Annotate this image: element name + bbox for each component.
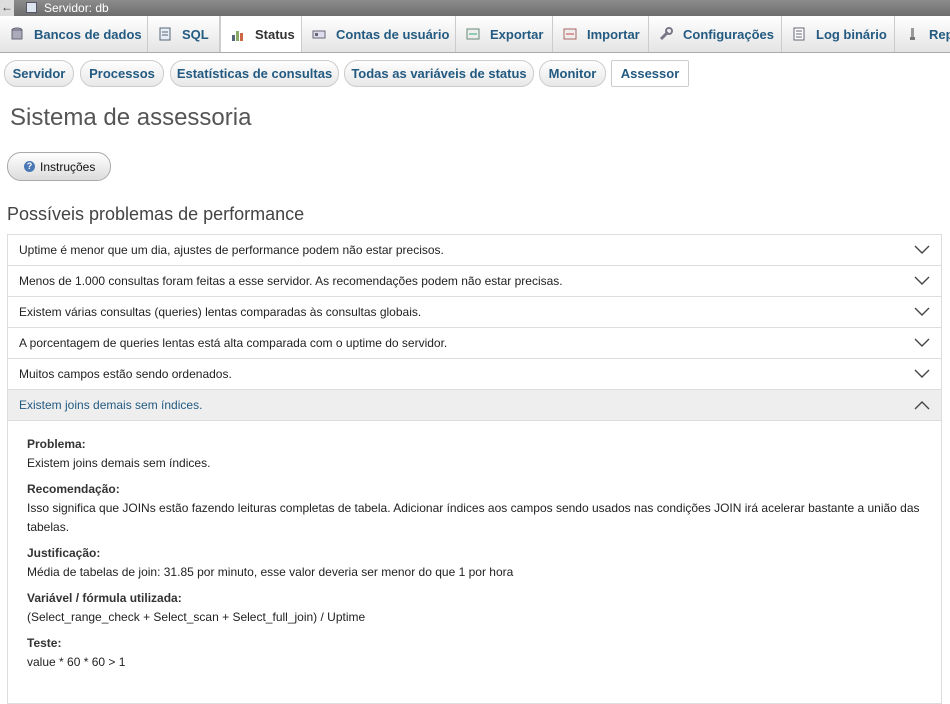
tab-label: Importar (587, 26, 640, 42)
subtab-monitor[interactable]: Monitor (539, 60, 606, 87)
chevron-down-icon (914, 245, 930, 254)
rule-item[interactable]: Menos de 1.000 consultas foram feitas a … (8, 266, 941, 297)
tab-label: Contas de usuário (336, 26, 450, 42)
subtab-label: Processos (89, 66, 155, 81)
binary-log-icon (792, 27, 806, 41)
tab-label: Bancos de dados (34, 26, 142, 42)
tab-configuracoes[interactable]: Configurações (649, 16, 782, 52)
subtab-assessor[interactable]: Assessor (611, 60, 689, 87)
sql-icon (158, 27, 172, 41)
recommendation-text: Isso significa que JOINs estão fazendo l… (27, 501, 920, 534)
tab-exportar[interactable]: Exportar (456, 16, 553, 52)
server-breadcrumb-bar: ← Servidor: db (0, 0, 950, 16)
help-icon: ? (24, 161, 35, 172)
rule-text: Existem várias consultas (queries) lenta… (19, 305, 422, 319)
instructions-label: Instruções (40, 159, 96, 174)
tab-label: SQL (182, 26, 209, 42)
tab-label: Log binário (816, 26, 887, 42)
rule-text: A porcentagem de queries lentas está alt… (19, 336, 448, 350)
rule-item[interactable]: A porcentagem de queries lentas está alt… (8, 328, 941, 359)
tab-contas-de-usuario[interactable]: Contas de usuário (302, 16, 456, 52)
import-icon (563, 27, 577, 41)
subtab-label: Todas as variáveis de status (351, 66, 527, 81)
chevron-up-icon (914, 401, 930, 410)
tab-bancos-de-dados[interactable]: Bancos de dados (0, 16, 148, 52)
subtab-servidor[interactable]: Servidor (4, 60, 74, 87)
formula-text: (Select_range_check + Select_scan + Sele… (27, 610, 366, 624)
formula-label: Variável / fórmula utilizada: (27, 591, 182, 605)
rule-item[interactable]: Muitos campos estão sendo ordenados. (8, 359, 941, 390)
advisor-rules-accordion: Uptime é menor que um dia, ajustes de pe… (7, 234, 942, 704)
rule-text: Muitos campos estão sendo ordenados. (19, 367, 232, 381)
subtab-label: Estatísticas de consultas (176, 66, 333, 81)
test-text: value * 60 * 60 > 1 (27, 655, 126, 669)
problem-text: Existem joins demais sem índices. (27, 456, 211, 470)
rule-item[interactable]: Uptime é menor que um dia, ajustes de pe… (8, 235, 941, 266)
rule-text: Uptime é menor que um dia, ajustes de pe… (19, 243, 444, 257)
rule-item[interactable]: Existem várias consultas (queries) lenta… (8, 297, 941, 328)
chevron-down-icon (914, 369, 930, 378)
chevron-down-icon (914, 276, 930, 285)
rule-text: Existem joins demais sem índices. (19, 398, 203, 412)
tab-label: Rep (929, 26, 950, 42)
tab-log-binario[interactable]: Log binário (782, 16, 895, 52)
wrench-icon (659, 27, 673, 41)
tab-sql[interactable]: SQL (148, 16, 220, 52)
chevron-down-icon (914, 338, 930, 347)
justification-label: Justificação: (27, 546, 101, 560)
subtab-processos[interactable]: Processos (80, 60, 164, 87)
test-label: Teste: (27, 636, 62, 650)
justification-text: Média de tabelas de join: 31.85 por minu… (27, 565, 514, 579)
rule-text: Menos de 1.000 consultas foram feitas a … (19, 274, 563, 288)
main-tabs: Bancos de dados SQL Status Contas de usu… (0, 16, 950, 53)
rule-item-expanded[interactable]: Existem joins demais sem índices. (8, 390, 941, 421)
server-label[interactable]: Servidor: db (44, 1, 109, 15)
subtab-todas-as-variaveis[interactable]: Todas as variáveis de status (344, 60, 534, 87)
tab-label: Exportar (490, 26, 544, 42)
rule-details: Problema: Existem joins demais sem índic… (8, 421, 941, 672)
problem-label: Problema: (27, 437, 86, 451)
status-chart-icon (231, 28, 245, 42)
recommendation-label: Recomendação: (27, 482, 120, 496)
subtab-label: Assessor (620, 66, 680, 81)
server-icon (26, 2, 37, 13)
user-accounts-icon (312, 27, 326, 41)
instructions-button[interactable]: ? Instruções (7, 152, 111, 181)
chevron-down-icon (914, 307, 930, 316)
subtab-estatisticas-de-consultas[interactable]: Estatísticas de consultas (170, 60, 339, 87)
database-icon (10, 27, 24, 41)
tab-importar[interactable]: Importar (553, 16, 649, 52)
tab-status[interactable]: Status (220, 16, 302, 52)
back-arrow-icon[interactable]: ← (0, 0, 14, 16)
export-icon (466, 27, 480, 41)
subtab-label: Monitor (548, 66, 597, 81)
replication-icon (905, 27, 919, 41)
subtab-label: Servidor (12, 66, 66, 81)
section-title: Possíveis problemas de performance (7, 204, 305, 224)
page-title: Sistema de assessoria (10, 104, 252, 131)
tab-label: Status (255, 27, 295, 42)
tab-label: Configurações (683, 26, 775, 42)
tab-replicacao[interactable]: Rep (895, 16, 950, 52)
